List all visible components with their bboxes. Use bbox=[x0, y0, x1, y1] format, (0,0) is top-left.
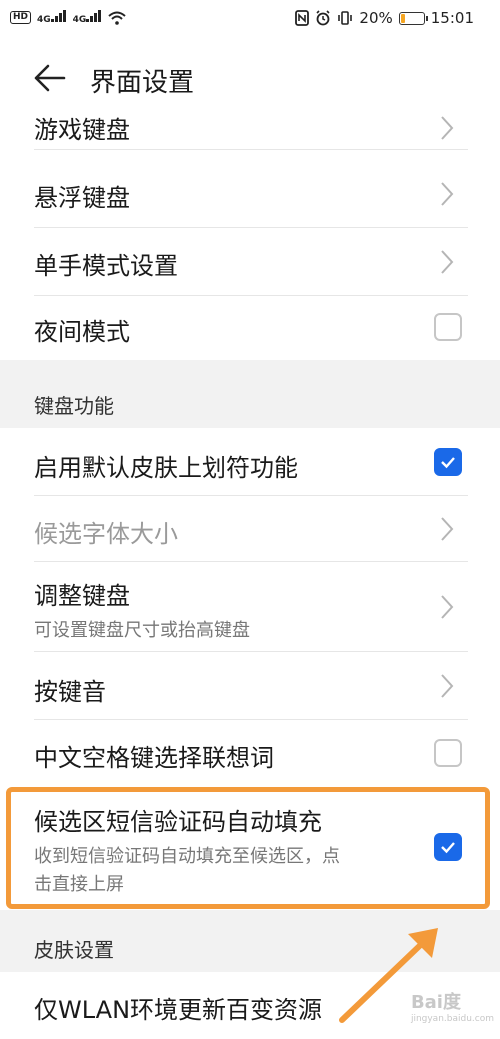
wifi-icon bbox=[108, 11, 126, 25]
status-right: 20% 15:01 bbox=[295, 9, 474, 27]
settings-row-floating-keyboard[interactable]: 悬浮键盘 bbox=[0, 160, 500, 228]
watermark-text: Bai度 bbox=[410, 992, 461, 1013]
chevron-right-icon bbox=[441, 182, 454, 206]
hd-badge: HD bbox=[10, 11, 32, 24]
settings-row-night-mode[interactable]: 夜间模式 bbox=[0, 296, 500, 360]
row-label: 候选字体大小 bbox=[34, 520, 178, 548]
chevron-right-icon bbox=[441, 595, 454, 619]
nfc-icon bbox=[295, 10, 310, 26]
row-subtitle: 可设置键盘尺寸或抬高键盘 bbox=[34, 620, 250, 641]
alarm-icon bbox=[316, 10, 330, 26]
section-title: 键盘功能 bbox=[34, 394, 114, 418]
watermark-sub: jingyan.baidu.com bbox=[410, 1014, 494, 1024]
row-label: 仅WLAN环境更新百变资源 bbox=[34, 996, 323, 1024]
signal-label-2: 4G bbox=[72, 15, 87, 25]
status-left: HD 4G 4G bbox=[10, 10, 126, 25]
back-arrow-icon[interactable] bbox=[32, 62, 68, 94]
battery-icon bbox=[398, 11, 428, 25]
row-label: 悬浮键盘 bbox=[34, 184, 130, 212]
settings-row-candidate-font-size[interactable]: 候选字体大小 bbox=[0, 496, 500, 562]
settings-row-game-keyboard[interactable]: 游戏键盘 bbox=[0, 104, 500, 150]
chevron-right-icon bbox=[441, 674, 454, 698]
settings-row-key-sound[interactable]: 按键音 bbox=[0, 652, 500, 720]
chevron-right-icon bbox=[441, 250, 454, 274]
swipe-symbols-checkbox[interactable] bbox=[434, 448, 462, 476]
clock: 15:01 bbox=[430, 9, 474, 27]
row-label: 夜间模式 bbox=[34, 318, 130, 346]
row-label: 游戏键盘 bbox=[34, 116, 130, 144]
section-title: 皮肤设置 bbox=[34, 938, 114, 962]
section-header-keyboard: 键盘功能 bbox=[0, 360, 500, 428]
row-label: 单手模式设置 bbox=[34, 252, 178, 280]
signal-icon-1: 4G bbox=[37, 10, 67, 25]
signal-label-1: 4G bbox=[37, 15, 51, 25]
row-label: 中文空格键选择联想词 bbox=[34, 744, 274, 772]
row-label: 调整键盘 bbox=[34, 582, 130, 610]
chevron-right-icon bbox=[441, 116, 454, 140]
row-label: 启用默认皮肤上划符功能 bbox=[34, 454, 298, 482]
battery-fill bbox=[400, 13, 405, 23]
app-bar: 界面设置 bbox=[0, 52, 500, 104]
divider bbox=[34, 149, 468, 150]
settings-row-swipe-symbols[interactable]: 启用默认皮肤上划符功能 bbox=[0, 428, 500, 496]
highlight-box bbox=[6, 787, 490, 909]
settings-row-one-hand-mode[interactable]: 单手模式设置 bbox=[0, 228, 500, 296]
watermark: Bai度 jingyan.baidu.com bbox=[411, 988, 494, 1024]
night-mode-checkbox[interactable] bbox=[434, 313, 462, 341]
row-label: 按键音 bbox=[34, 678, 106, 706]
signal-icon-2: 4G bbox=[73, 10, 103, 25]
status-bar: HD 4G 4G 20% 15:01 bbox=[0, 0, 500, 38]
settings-row-space-associate[interactable]: 中文空格键选择联想词 bbox=[0, 720, 500, 788]
space-associate-checkbox[interactable] bbox=[434, 739, 462, 767]
settings-row-adjust-keyboard[interactable]: 调整键盘 可设置键盘尺寸或抬高键盘 bbox=[0, 562, 500, 652]
page-title: 界面设置 bbox=[90, 68, 195, 98]
vibrate-icon bbox=[338, 11, 353, 25]
battery-percent: 20% bbox=[359, 9, 393, 27]
chevron-right-icon bbox=[441, 517, 454, 541]
